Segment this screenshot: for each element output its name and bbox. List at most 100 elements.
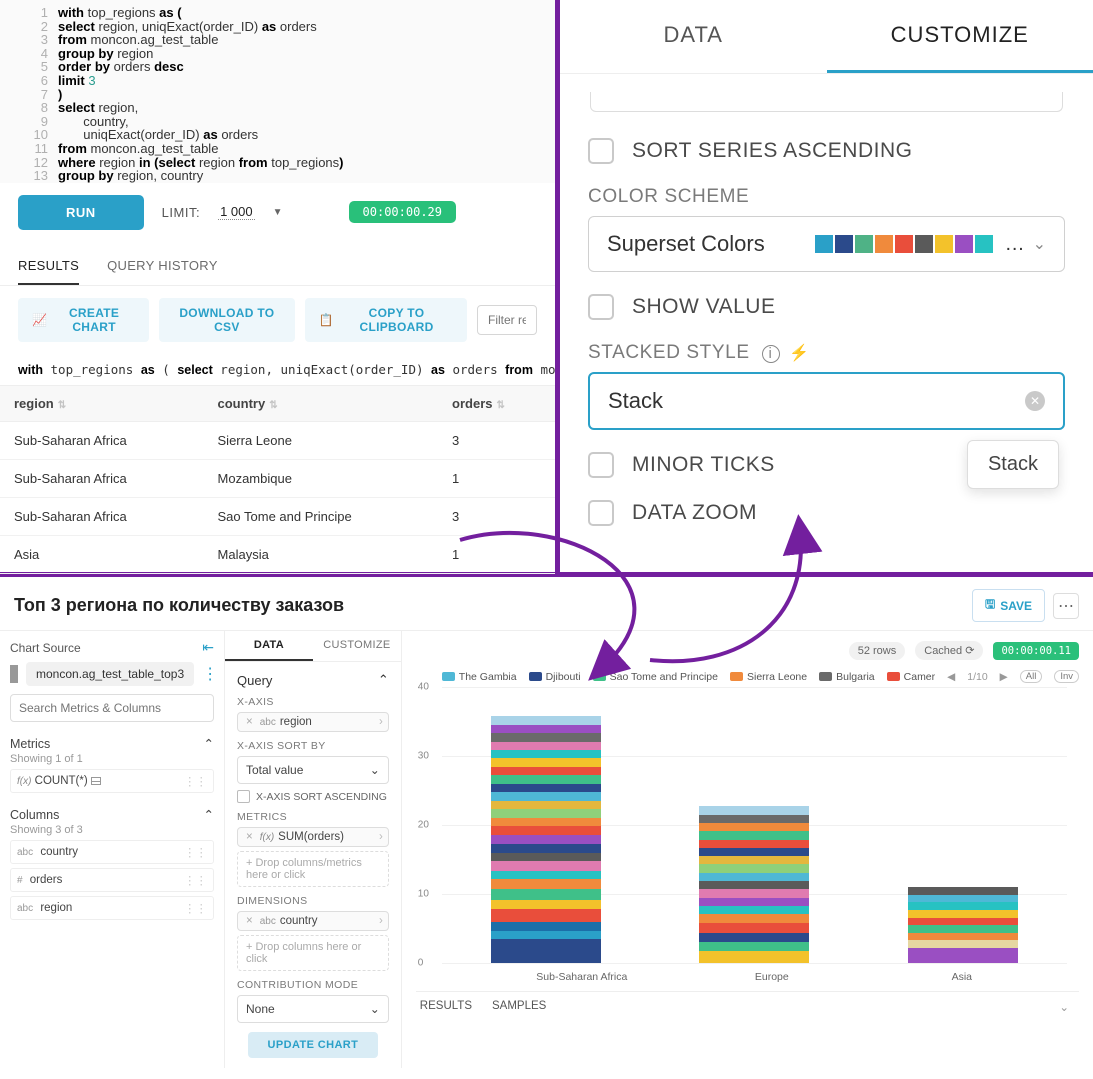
sort-series-row: SORT SERIES ASCENDING [588, 138, 1065, 164]
legend-next-icon[interactable]: ▶ [1000, 671, 1008, 683]
xaxis-asc-checkbox[interactable] [237, 790, 250, 803]
remove-icon[interactable]: × [243, 915, 256, 927]
code-editor[interactable]: 12345678910111213 with top_regions as (s… [0, 0, 555, 183]
column-item[interactable]: abc country⋮⋮ [10, 840, 214, 864]
copy-clipboard-button[interactable]: 📋COPY TO CLIPBOARD [305, 298, 467, 342]
more-button[interactable]: ⋯ [1053, 593, 1079, 619]
bar-Asia[interactable] [908, 887, 1018, 963]
chart-tab-results[interactable]: RESULTS [420, 1000, 472, 1014]
legend-all[interactable]: All [1020, 670, 1043, 683]
bar-Europe[interactable] [699, 806, 809, 963]
columns-group-header[interactable]: Columns⌃ [10, 807, 214, 822]
stacked-style-select[interactable]: Stack ✕ [588, 372, 1065, 430]
chevron-up-icon: ⌃ [204, 736, 214, 751]
legend-item[interactable]: Camer [887, 671, 936, 683]
dimensions-dropzone[interactable]: + Drop columns here or click [237, 935, 389, 971]
info-icon[interactable]: i [762, 345, 780, 363]
legend-item[interactable]: Djibouti [529, 671, 581, 683]
create-chart-button[interactable]: 📈CREATE CHART [18, 298, 149, 342]
chart-header: Топ 3 региона по количеству заказов 🖫SAV… [0, 577, 1093, 630]
stacked-dropdown-option[interactable]: Stack [967, 440, 1059, 489]
update-chart-button[interactable]: UPDATE CHART [248, 1032, 379, 1058]
minor-ticks-checkbox[interactable] [588, 452, 614, 478]
chevron-down-icon[interactable]: ⌄ [1059, 1000, 1079, 1014]
chevron-up-icon: ⌃ [204, 807, 214, 822]
chart-canvas[interactable]: 010203040Sub-Saharan AfricaEuropeAsia [442, 687, 1079, 987]
remove-icon[interactable]: × [243, 831, 256, 843]
data-zoom-checkbox[interactable] [588, 500, 614, 526]
search-metrics-input[interactable] [10, 694, 214, 722]
chart-title[interactable]: Топ 3 региона по количеству заказов [14, 595, 344, 616]
query-config-column: DATA CUSTOMIZE Query⌃ X-AXIS ×abcregion›… [225, 631, 402, 1068]
legend-item[interactable]: Sao Tome and Principe [593, 671, 718, 683]
col-orders[interactable]: orders⇅ [438, 385, 555, 421]
data-zoom-label: DATA ZOOM [632, 501, 757, 525]
cached-pill[interactable]: Cached ⟳ [915, 641, 983, 660]
run-button[interactable]: RUN [18, 195, 144, 230]
tab-data[interactable]: DATA [560, 0, 827, 73]
xaxis-pill[interactable]: ×abcregion› [237, 712, 389, 732]
column-item[interactable]: # orders⋮⋮ [10, 868, 214, 892]
color-scheme-select[interactable]: Superset Colors … ⌄ [588, 216, 1065, 272]
rows-pill: 52 rows [849, 642, 906, 660]
metrics-label: METRICS [237, 811, 389, 823]
dimension-pill[interactable]: ×abccountry› [237, 911, 389, 931]
chevron-down-icon: ⌄ [370, 763, 380, 777]
save-button[interactable]: 🖫SAVE [972, 589, 1045, 622]
bar-Sub-Saharan Africa[interactable] [491, 716, 601, 963]
show-value-checkbox[interactable] [588, 294, 614, 320]
xaxis-sort-select[interactable]: Total value⌄ [237, 756, 389, 784]
mid-tab-customize[interactable]: CUSTOMIZE [313, 631, 401, 661]
tab-customize[interactable]: CUSTOMIZE [827, 0, 1093, 73]
bolt-icon: ⚡ [789, 345, 810, 362]
ellipsis-icon: … [1005, 233, 1025, 256]
contribution-select[interactable]: None⌄ [237, 995, 389, 1023]
chart-builder-panel: Топ 3 региона по количеству заказов 🖫SAV… [0, 577, 1093, 1079]
metric-item[interactable]: f(x) COUNT(*) ⋮⋮ [10, 769, 214, 793]
collapse-icon[interactable]: ⇤ [202, 639, 214, 656]
metric-pill[interactable]: ×f(x)SUM(orders)› [237, 827, 389, 847]
legend-prev-icon[interactable]: ◀ [947, 671, 955, 683]
filter-results-input[interactable] [477, 305, 537, 335]
datasource-column: Chart Source ⇤ moncon.ag_test_table_top3… [0, 631, 225, 1068]
metrics-dropzone[interactable]: + Drop columns/metrics here or click [237, 851, 389, 887]
sort-series-checkbox[interactable] [588, 138, 614, 164]
dimensions-label: DIMENSIONS [237, 895, 389, 907]
legend-inv[interactable]: Inv [1054, 670, 1079, 683]
legend-item[interactable]: Bulgaria [819, 671, 875, 683]
legend-item[interactable]: The Gambia [442, 671, 517, 683]
datasource-chip[interactable]: moncon.ag_test_table_top3 [26, 662, 194, 686]
remove-icon[interactable]: × [243, 716, 256, 728]
save-icon: 🖫 [985, 595, 995, 616]
query-preview: with top_regions as ( select region, uni… [0, 354, 555, 385]
contribution-label: CONTRIBUTION MODE [237, 979, 389, 991]
col-region[interactable]: region⇅ [0, 385, 204, 421]
sql-lab-panel: 12345678910111213 with top_regions as (s… [0, 0, 560, 577]
chevron-down-icon: ⌄ [1033, 234, 1046, 254]
chevron-right-icon: › [379, 716, 383, 728]
chart-icon: 📈 [32, 313, 47, 327]
metrics-group-header[interactable]: Metrics⌃ [10, 736, 214, 751]
download-csv-button[interactable]: DOWNLOAD TO CSV [159, 298, 295, 342]
datasource-menu-icon[interactable]: ⋮ [202, 664, 218, 684]
chevron-down-icon: ⌄ [370, 1002, 380, 1016]
query-section-header[interactable]: Query⌃ [237, 672, 389, 688]
columns-showing: Showing 3 of 3 [10, 824, 214, 836]
tab-results[interactable]: RESULTS [18, 248, 79, 285]
col-country[interactable]: country⇅ [204, 385, 439, 421]
xaxis-asc-row: X-AXIS SORT ASCENDING [237, 790, 389, 803]
column-item[interactable]: abc region⋮⋮ [10, 896, 214, 920]
clear-icon[interactable]: ✕ [1025, 391, 1045, 411]
stacked-style-label: STACKED STYLE i ⚡ [588, 342, 1065, 364]
limit-caret-icon[interactable]: ▼ [273, 207, 283, 218]
chart-tab-samples[interactable]: SAMPLES [492, 1000, 546, 1014]
table-icon [10, 665, 18, 683]
tab-query-history[interactable]: QUERY HISTORY [107, 248, 218, 285]
chart-exec-time: 00:00:00.11 [993, 642, 1079, 660]
legend-item[interactable]: Sierra Leone [730, 671, 807, 683]
mid-tab-data[interactable]: DATA [225, 631, 313, 661]
prev-control-bottom [590, 92, 1063, 112]
chart-legend: The Gambia Djibouti Sao Tome and Principe S… [442, 670, 1079, 683]
chevron-right-icon: › [379, 915, 383, 927]
limit-value[interactable]: 1 000 [218, 204, 255, 220]
